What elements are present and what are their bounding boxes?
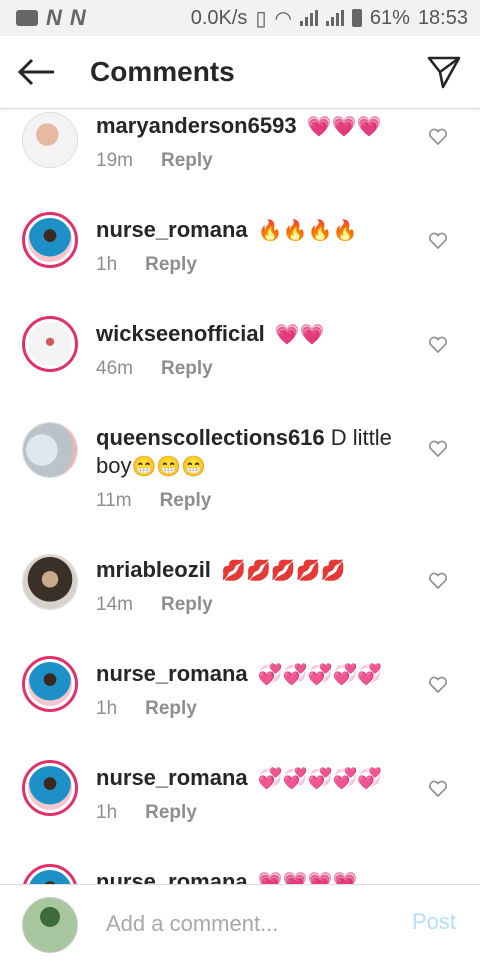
clock: 18:53 bbox=[417, 6, 468, 29]
comment-emoji: 💗💗💗💗 bbox=[257, 872, 358, 885]
paper-plane-icon[interactable] bbox=[426, 54, 462, 90]
avatar[interactable] bbox=[22, 864, 78, 885]
comment-item: maryanderson6593 💗💗💗 19m Reply bbox=[0, 108, 480, 212]
signal-icon bbox=[299, 10, 318, 26]
comment-username[interactable]: nurse_romana bbox=[96, 869, 248, 885]
comment-meta: 1h Reply bbox=[96, 254, 197, 276]
avatar[interactable] bbox=[22, 554, 78, 610]
comment-username[interactable]: wickseenofficial bbox=[96, 321, 265, 346]
status-bar: N N 0.0K/s ▯ ◠ 61% 18:53 bbox=[0, 0, 480, 36]
comment-text: wickseenofficial 💗💗 bbox=[96, 320, 426, 349]
comment-composer: Post bbox=[0, 884, 480, 961]
comment-item: nurse_romana 💞💞💞💞💞 1h Reply bbox=[0, 656, 480, 760]
comment-meta: 1h Reply bbox=[96, 802, 197, 824]
comment-time: 14m bbox=[96, 594, 133, 615]
avatar[interactable] bbox=[22, 760, 78, 816]
comment-item: wickseenofficial 💗💗 46m Reply bbox=[0, 316, 480, 420]
avatar[interactable] bbox=[22, 112, 78, 168]
comment-meta: 19m Reply bbox=[96, 150, 213, 172]
vibrate-icon: ▯ bbox=[255, 7, 267, 30]
arrow-left-icon[interactable] bbox=[16, 56, 56, 88]
comment-text: mriableozil 💋💋💋💋💋 bbox=[96, 556, 426, 585]
comment-text: nurse_romana 💞💞💞💞💞 bbox=[96, 660, 426, 689]
comment-time: 1h bbox=[96, 254, 118, 275]
comment-item: mriableozil 💋💋💋💋💋 14m Reply bbox=[0, 552, 480, 656]
comment-meta: 46m Reply bbox=[96, 358, 213, 380]
comment-username[interactable]: nurse_romana bbox=[96, 661, 248, 686]
wifi-icon: ◠ bbox=[274, 7, 292, 30]
heart-icon[interactable] bbox=[428, 440, 448, 458]
heart-icon[interactable] bbox=[428, 232, 448, 250]
post-button[interactable]: Post bbox=[412, 909, 456, 935]
battery-icon bbox=[351, 9, 362, 27]
avatar[interactable] bbox=[22, 422, 78, 478]
comment-emoji: 💞💞💞💞💞 bbox=[257, 768, 383, 790]
comment-text: maryanderson6593 💗💗💗 bbox=[96, 112, 426, 141]
network-speed: 0.0K/s bbox=[190, 6, 248, 29]
reply-button[interactable]: Reply bbox=[160, 490, 212, 512]
comment-time: 19m bbox=[96, 150, 133, 171]
comment-emoji: 💗💗💗 bbox=[306, 116, 382, 138]
comment-item: queenscollections616 D little boy😁😁😁 11m… bbox=[0, 420, 480, 552]
comment-username[interactable]: maryanderson6593 bbox=[96, 113, 297, 138]
comment-time: 46m bbox=[96, 358, 133, 379]
comment-text: nurse_romana 🔥🔥🔥🔥 bbox=[96, 216, 426, 245]
comment-username[interactable]: nurse_romana bbox=[96, 217, 248, 242]
reply-button[interactable]: Reply bbox=[145, 802, 197, 824]
avatar[interactable] bbox=[22, 316, 78, 372]
comment-text: nurse_romana 💗💗💗💗 bbox=[96, 868, 426, 885]
comment-meta: 11m Reply bbox=[96, 490, 211, 512]
comment-input[interactable] bbox=[104, 907, 388, 941]
n-icon: N bbox=[46, 5, 62, 30]
reply-button[interactable]: Reply bbox=[161, 358, 213, 380]
comment-emoji: 💗💗 bbox=[274, 324, 325, 346]
heart-icon[interactable] bbox=[428, 676, 448, 694]
comment-meta: 14m Reply bbox=[96, 594, 213, 616]
reply-button[interactable]: Reply bbox=[145, 254, 197, 276]
comment-meta: 1h Reply bbox=[96, 698, 197, 720]
comment-emoji: 💋💋💋💋💋 bbox=[221, 560, 346, 582]
heart-icon[interactable] bbox=[428, 572, 448, 590]
page-title: Comments bbox=[90, 56, 235, 87]
comment-text: nurse_romana 💞💞💞💞💞 bbox=[96, 764, 426, 793]
comment-item: nurse_romana 🔥🔥🔥🔥 1h Reply bbox=[0, 212, 480, 316]
avatar[interactable] bbox=[22, 656, 78, 712]
comment-text: queenscollections616 D little boy😁😁😁 bbox=[96, 424, 426, 481]
heart-icon[interactable] bbox=[428, 128, 448, 146]
avatar bbox=[22, 897, 78, 953]
comment-item: nurse_romana 💗💗💗💗 bbox=[0, 864, 480, 885]
n-icon: N bbox=[69, 5, 86, 30]
comment-emoji: 🔥🔥🔥🔥 bbox=[257, 220, 358, 242]
comment-time: 11m bbox=[96, 490, 132, 511]
comment-username[interactable]: mriableozil bbox=[96, 557, 211, 582]
reply-button[interactable]: Reply bbox=[161, 594, 213, 616]
reply-button[interactable]: Reply bbox=[145, 698, 197, 720]
comments-list[interactable]: maryanderson6593 💗💗💗 19m Reply nurse_rom… bbox=[0, 108, 480, 885]
heart-icon[interactable] bbox=[428, 336, 448, 354]
heart-icon[interactable] bbox=[428, 780, 448, 798]
comment-time: 1h bbox=[96, 698, 118, 719]
comment-emoji: 😁😁😁 bbox=[131, 456, 207, 478]
comment-time: 1h bbox=[96, 802, 118, 823]
comment-username[interactable]: queenscollections616 bbox=[96, 425, 325, 450]
signal-icon bbox=[325, 10, 344, 26]
battery-level: 61% bbox=[369, 6, 410, 29]
message-icon bbox=[16, 10, 38, 26]
avatar[interactable] bbox=[22, 212, 78, 268]
header: Comments bbox=[0, 36, 480, 109]
comment-emoji: 💞💞💞💞💞 bbox=[257, 664, 383, 686]
comment-item: nurse_romana 💞💞💞💞💞 1h Reply bbox=[0, 760, 480, 864]
comment-username[interactable]: nurse_romana bbox=[96, 765, 248, 790]
reply-button[interactable]: Reply bbox=[161, 150, 213, 172]
